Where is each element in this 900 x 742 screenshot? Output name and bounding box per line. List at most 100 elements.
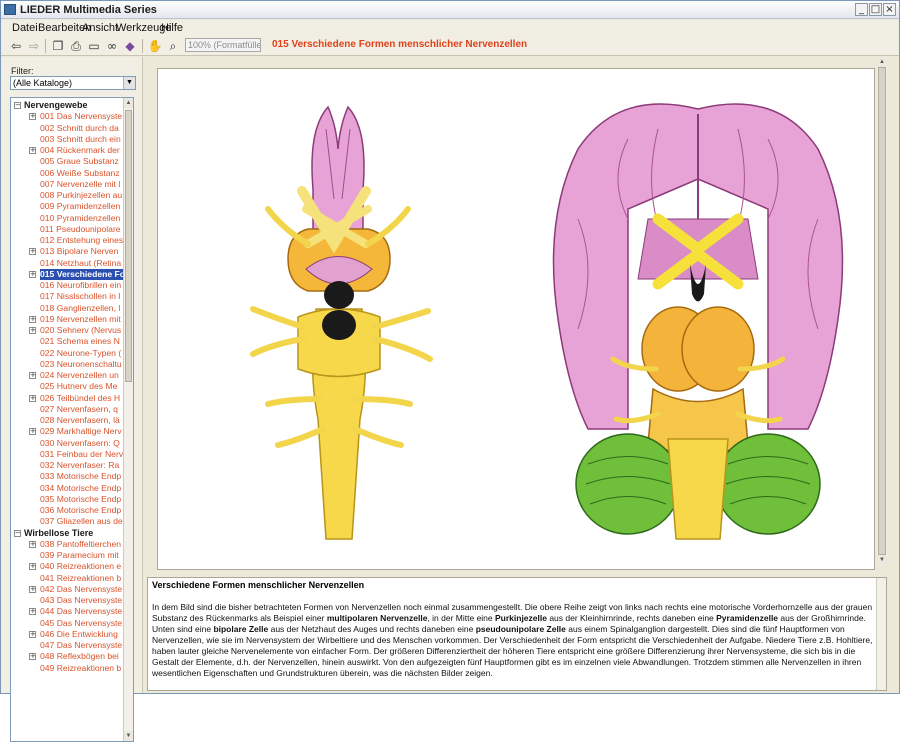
tree-item[interactable]: 031 Feinbau der Nerv (11, 449, 123, 460)
scroll-up-icon[interactable]: ▲ (124, 98, 133, 108)
tree-item[interactable]: 017 Nisslschollen in l (11, 291, 123, 302)
tree-item[interactable]: +026 Teilbündel des H (11, 393, 123, 404)
expand-icon[interactable]: + (29, 540, 36, 548)
menu-hilfe[interactable]: Hilfe (161, 22, 183, 34)
catalog-tree[interactable]: ▲ ▼ − Nervengewebe +001 Das Nervensyste 002… (10, 97, 134, 742)
zoom-level-field[interactable]: 100% (Formatfüllend) (185, 38, 261, 52)
tree-item[interactable]: +015 Verschiedene Fo (11, 268, 123, 280)
back-arrow-icon[interactable]: ⇦ (8, 39, 24, 53)
tree-item[interactable]: +029 Markhaltige Nerv (11, 426, 123, 437)
expand-icon[interactable]: + (29, 327, 36, 334)
expand-icon[interactable]: + (29, 147, 36, 154)
expand-icon[interactable]: + (29, 608, 36, 616)
zoom-icon[interactable]: ⌕ (165, 39, 181, 53)
expand-icon[interactable]: + (29, 248, 36, 256)
tree-item[interactable]: 022 Neurone-Typen ( (11, 348, 123, 359)
expand-icon[interactable]: + (29, 585, 36, 593)
title-bar[interactable]: LIEDER Multimedia Series _ □ × (1, 1, 899, 19)
tree-item[interactable]: 002 Schnitt durch da (11, 123, 123, 134)
expand-icon[interactable]: + (29, 653, 36, 661)
tree-item[interactable]: 012 Entstehung eines (11, 235, 123, 246)
tree-item[interactable]: 039 Paramecium mit (11, 550, 123, 561)
tree-item[interactable]: 030 Nervenfasern: Q (11, 438, 123, 449)
tree-category[interactable]: − Wirbellose Tiere (11, 528, 123, 539)
tree-item[interactable]: 045 Das Nervensyste (11, 618, 123, 629)
expand-icon[interactable]: + (29, 113, 36, 121)
expand-icon[interactable]: + (29, 630, 36, 638)
tree-item[interactable]: 027 Nervenfasern, q (11, 404, 123, 415)
tree-item[interactable]: 037 Gliazellen aus de (11, 516, 123, 527)
expand-icon[interactable]: + (29, 372, 36, 379)
menu-datei[interactable]: Datei (12, 22, 38, 34)
tree-item[interactable]: 025 Hutnerv des Me (11, 381, 123, 392)
tree-item[interactable]: 003 Schnitt durch ein (11, 134, 123, 145)
tree-item[interactable]: 049 Reizreaktionen b (11, 663, 123, 674)
tree-item[interactable]: +046 Die Entwicklung (11, 629, 123, 640)
application-window: LIEDER Multimedia Series _ □ × Datei Bea… (0, 0, 900, 742)
tree-item[interactable]: 041 Reizreaktionen b (11, 573, 123, 584)
tree-item[interactable]: 005 Graue Substanz (11, 156, 123, 167)
collapse-icon[interactable]: − (14, 529, 21, 537)
tree-item[interactable]: +001 Das Nervensyste (11, 111, 123, 122)
tree-item[interactable]: 034 Motorische Endp (11, 483, 123, 494)
tree-item[interactable]: +048 Reflexbögen bei (11, 651, 123, 662)
tree-item[interactable]: 047 Das Nervensyste (11, 640, 123, 651)
eraser-icon[interactable]: ◆ (122, 39, 138, 53)
screen-icon[interactable]: ▭ (86, 39, 102, 53)
description-scrollbar[interactable] (876, 578, 886, 690)
expand-icon[interactable]: + (29, 315, 36, 323)
tree-item[interactable]: +044 Das Nervensyste (11, 606, 123, 617)
tree-item[interactable]: 010 Pyramidenzellen (11, 213, 123, 224)
tree-item[interactable]: 007 Nervenzelle mit l (11, 179, 123, 190)
copy-icon[interactable]: ❐ (50, 39, 66, 53)
tree-item[interactable]: 016 Neurofibrillen ein (11, 280, 123, 291)
scroll-down-icon[interactable]: ▼ (124, 731, 133, 741)
tree-item[interactable]: +019 Nervenzellen mit (11, 314, 123, 325)
expand-icon[interactable]: + (29, 563, 36, 571)
tree-item[interactable]: +024 Nervenzellen un (11, 370, 123, 381)
tree-item[interactable]: 028 Nervenfasern, lä (11, 415, 123, 426)
tree-item[interactable]: 021 Schema eines N (11, 336, 123, 347)
tree-item[interactable]: 009 Pyramidenzellen (11, 201, 123, 212)
tree-item[interactable]: 035 Motorische Endp (11, 494, 123, 505)
tree-item[interactable]: +038 Pantoffeltierchen (11, 539, 123, 550)
tree-item[interactable]: 008 Purkinjezellen au (11, 190, 123, 201)
tree-category[interactable]: − Nervengewebe (11, 100, 123, 111)
image-scroll-thumb[interactable] (878, 67, 886, 555)
description-segment: Nervenzellen, wie sie im Nervensystem de… (152, 635, 873, 645)
tree-scroll-thumb[interactable] (125, 110, 132, 382)
expand-icon[interactable]: + (29, 270, 36, 278)
tree-item[interactable]: +013 Bipolare Nerven (11, 246, 123, 257)
maximize-button[interactable]: □ (869, 3, 882, 16)
collapse-icon[interactable]: − (14, 102, 21, 109)
tree-item[interactable]: +004 Rückenmark der (11, 145, 123, 156)
menu-ansicht[interactable]: Ansicht (82, 22, 118, 34)
forward-arrow-icon[interactable]: ⇨ (26, 39, 42, 53)
tree-item[interactable]: 032 Nervenfaser: Ra (11, 460, 123, 471)
scroll-up-icon[interactable]: ▲ (877, 57, 887, 67)
expand-icon[interactable]: + (29, 428, 36, 436)
tree-item[interactable]: 033 Motorische Endp (11, 471, 123, 482)
chevron-down-icon[interactable]: ▼ (123, 77, 135, 89)
image-scrollbar[interactable]: ▲ ▼ (877, 57, 887, 565)
tree-scrollbar[interactable]: ▲ ▼ (123, 98, 133, 741)
tree-item[interactable]: 036 Motorische Endp (11, 505, 123, 516)
tree-item[interactable]: +042 Das Nervensyste (11, 584, 123, 595)
print-icon[interactable]: ⎙ (68, 39, 84, 53)
catalog-filter-select[interactable]: (Alle Kataloge) ▼ (10, 76, 136, 90)
expand-icon[interactable]: + (29, 394, 36, 402)
tree-item[interactable]: 023 Neuronenschaltu (11, 359, 123, 370)
binoculars-icon[interactable]: ∞ (104, 39, 120, 53)
scroll-down-icon[interactable]: ▼ (877, 555, 887, 565)
tree-item[interactable]: 006 Weiße Substanz (11, 168, 123, 179)
tree-item-label: 022 Neurone-Typen ( (40, 347, 122, 358)
tree-item[interactable]: 018 Ganglienzellen, l (11, 303, 123, 314)
tree-item[interactable]: +020 Sehnerv (Nervus (11, 325, 123, 336)
hand-icon[interactable]: ✋ (147, 39, 163, 53)
tree-item[interactable]: +040 Reizreaktionen e (11, 561, 123, 572)
tree-item[interactable]: 011 Pseudounipolare (11, 224, 123, 235)
tree-item[interactable]: 014 Netzhaut (Retina (11, 258, 123, 269)
minimize-button[interactable]: _ (855, 3, 868, 16)
close-button[interactable]: × (883, 3, 896, 16)
tree-item[interactable]: 043 Das Nervensyste (11, 595, 123, 606)
